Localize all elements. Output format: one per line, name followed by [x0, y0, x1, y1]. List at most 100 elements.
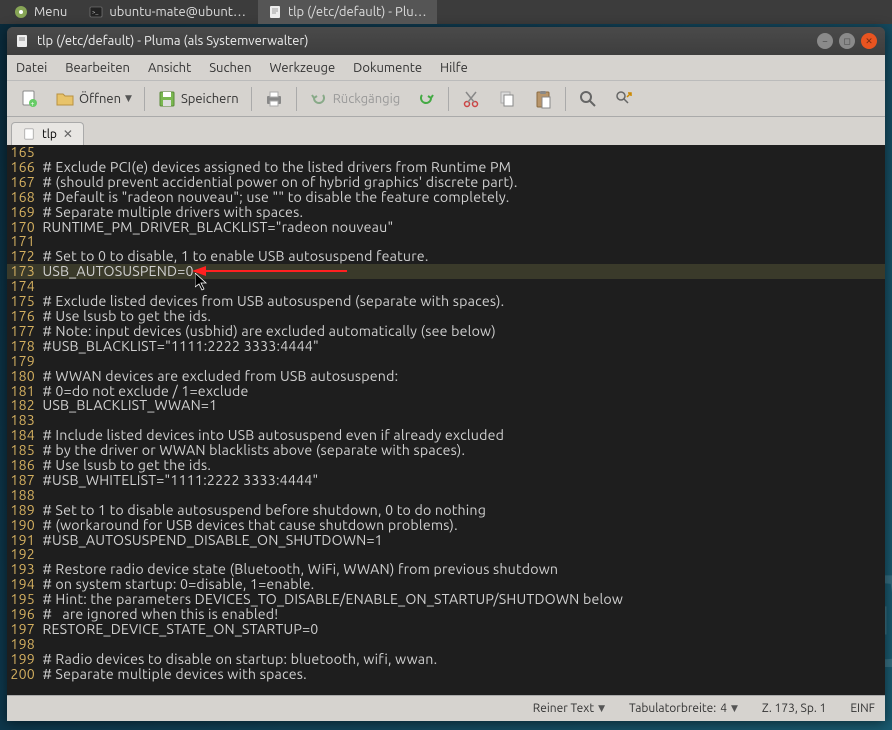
- code-line[interactable]: 167 # (should prevent accidential power …: [7, 175, 885, 190]
- window-close-button[interactable]: ✕: [861, 33, 877, 49]
- code-line[interactable]: 172 # Set to 0 to disable, 1 to enable U…: [7, 249, 885, 264]
- code-editor[interactable]: 165 166 # Exclude PCI(e) devices assigne…: [7, 145, 885, 695]
- code-line[interactable]: 170 RUNTIME_PM_DRIVER_BLACKLIST="radeon …: [7, 220, 885, 235]
- line-text[interactable]: # Radio devices to disable on startup: b…: [35, 652, 437, 667]
- code-line[interactable]: 165: [7, 145, 885, 160]
- code-line[interactable]: 187 #USB_WHITELIST="1111:2222 3333:4444": [7, 473, 885, 488]
- line-text[interactable]: # Use lsusb to get the ids.: [35, 309, 211, 324]
- line-text[interactable]: # Note: input devices (usbhid) are exclu…: [35, 324, 496, 339]
- find-button[interactable]: [572, 85, 604, 113]
- code-line[interactable]: 188: [7, 488, 885, 503]
- code-line[interactable]: 183: [7, 413, 885, 428]
- line-text[interactable]: # (workaround for USB devices that cause…: [35, 518, 458, 533]
- taskbar-menu-button[interactable]: Menu: [4, 0, 77, 24]
- cut-button[interactable]: [455, 85, 487, 113]
- code-line[interactable]: 168 # Default is "radeon nouveau"; use "…: [7, 190, 885, 205]
- line-text[interactable]: #USB_AUTOSUSPEND_DISABLE_ON_SHUTDOWN=1: [35, 533, 383, 548]
- paste-button[interactable]: [527, 85, 559, 113]
- menu-search[interactable]: Suchen: [200, 58, 260, 78]
- menu-view[interactable]: Ansicht: [139, 58, 200, 78]
- menu-tools[interactable]: Werkzeuge: [261, 58, 345, 78]
- line-text[interactable]: [35, 234, 42, 249]
- line-text[interactable]: # Exclude PCI(e) devices assigned to the…: [35, 160, 511, 175]
- line-text[interactable]: RUNTIME_PM_DRIVER_BLACKLIST="radeon nouv…: [35, 220, 393, 235]
- code-line[interactable]: 193 # Restore radio device state (Blueto…: [7, 562, 885, 577]
- menu-file[interactable]: Datei: [7, 58, 56, 78]
- status-file-type[interactable]: Reiner Text ▼: [533, 702, 605, 715]
- window-titlebar[interactable]: tlp (/etc/default) - Pluma (als Systemve…: [7, 27, 885, 55]
- editor-tab[interactable]: tlp ✕: [11, 122, 84, 145]
- line-text[interactable]: RESTORE_DEVICE_STATE_ON_STARTUP=0: [35, 622, 318, 637]
- code-line[interactable]: 186 # Use lsusb to get the ids.: [7, 458, 885, 473]
- line-text[interactable]: #USB_WHITELIST="1111:2222 3333:4444": [35, 473, 318, 488]
- line-text[interactable]: # (should prevent accidential power on o…: [35, 175, 518, 190]
- code-line[interactable]: 174: [7, 279, 885, 294]
- line-text[interactable]: [35, 145, 42, 160]
- line-text[interactable]: #USB_BLACKLIST="1111:2222 3333:4444": [35, 339, 319, 354]
- line-text[interactable]: # by the driver or WWAN blacklists above…: [35, 443, 465, 458]
- code-line[interactable]: 185 # by the driver or WWAN blacklists a…: [7, 443, 885, 458]
- line-text[interactable]: USB_BLACKLIST_WWAN=1: [35, 398, 217, 413]
- save-button[interactable]: Speichern: [151, 85, 245, 113]
- code-line[interactable]: 194 # on system startup: 0=disable, 1=en…: [7, 577, 885, 592]
- status-insert-mode[interactable]: EINF: [850, 702, 875, 715]
- line-text[interactable]: [35, 279, 42, 294]
- code-line[interactable]: 199 # Radio devices to disable on startu…: [7, 652, 885, 667]
- new-file-button[interactable]: +: [13, 85, 45, 113]
- menu-help[interactable]: Hilfe: [431, 58, 477, 78]
- code-line[interactable]: 198: [7, 637, 885, 652]
- line-text[interactable]: # Exclude listed devices from USB autosu…: [35, 294, 504, 309]
- code-line[interactable]: 182 USB_BLACKLIST_WWAN=1: [7, 398, 885, 413]
- status-tab-width[interactable]: Tabulatorbreite: 4 ▼: [629, 702, 738, 715]
- line-text[interactable]: # on system startup: 0=disable, 1=enable…: [35, 577, 314, 592]
- code-line[interactable]: 169 # Separate multiple drivers with spa…: [7, 205, 885, 220]
- copy-button[interactable]: [491, 85, 523, 113]
- tab-close-button[interactable]: ✕: [63, 127, 73, 141]
- code-line[interactable]: 177 # Note: input devices (usbhid) are e…: [7, 324, 885, 339]
- code-line[interactable]: 166 # Exclude PCI(e) devices assigned to…: [7, 160, 885, 175]
- code-line[interactable]: 175 # Exclude listed devices from USB au…: [7, 294, 885, 309]
- code-line[interactable]: 181 # 0=do not exclude / 1=exclude: [7, 384, 885, 399]
- code-line[interactable]: 189 # Set to 1 to disable autosuspend be…: [7, 503, 885, 518]
- code-line[interactable]: 192: [7, 547, 885, 562]
- code-line[interactable]: 200 # Separate multiple devices with spa…: [7, 667, 885, 682]
- line-text[interactable]: [35, 488, 42, 503]
- redo-button[interactable]: [410, 85, 442, 113]
- line-text[interactable]: # WWAN devices are excluded from USB aut…: [35, 369, 398, 384]
- taskbar-item-editor[interactable]: tlp (/etc/default) - Plu…: [258, 0, 437, 24]
- line-text[interactable]: # Include listed devices into USB autosu…: [35, 428, 504, 443]
- line-text[interactable]: # Separate multiple devices with spaces.: [35, 667, 307, 682]
- undo-button[interactable]: Rückgängig: [303, 85, 407, 113]
- menu-documents[interactable]: Dokumente: [344, 58, 431, 78]
- code-line[interactable]: 171: [7, 234, 885, 249]
- code-line[interactable]: 173 USB_AUTOSUSPEND=0: [7, 264, 885, 279]
- line-text[interactable]: # Separate multiple drivers with spaces.: [35, 205, 303, 220]
- line-text[interactable]: # are ignored when this is enabled!: [35, 607, 278, 622]
- line-text[interactable]: # Restore radio device state (Bluetooth,…: [35, 562, 558, 577]
- line-text[interactable]: # Set to 1 to disable autosuspend before…: [35, 503, 486, 518]
- line-text[interactable]: # 0=do not exclude / 1=exclude: [35, 384, 249, 399]
- code-line[interactable]: 195 # Hint: the parameters DEVICES_TO_DI…: [7, 592, 885, 607]
- open-button[interactable]: Öffnen ▼: [49, 85, 138, 113]
- line-text[interactable]: [35, 413, 42, 428]
- line-text[interactable]: # Use lsusb to get the ids.: [35, 458, 211, 473]
- line-text[interactable]: # Hint: the parameters DEVICES_TO_DISABL…: [35, 592, 623, 607]
- line-text[interactable]: [35, 637, 42, 652]
- line-text[interactable]: # Set to 0 to disable, 1 to enable USB a…: [35, 249, 429, 264]
- line-text[interactable]: USB_AUTOSUSPEND=0: [35, 264, 194, 279]
- code-line[interactable]: 196 # are ignored when this is enabled!: [7, 607, 885, 622]
- line-text[interactable]: [35, 547, 42, 562]
- code-line[interactable]: 197 RESTORE_DEVICE_STATE_ON_STARTUP=0: [7, 622, 885, 637]
- line-text[interactable]: # Default is "radeon nouveau"; use "" to…: [35, 190, 509, 205]
- print-button[interactable]: [258, 85, 290, 113]
- code-line[interactable]: 176 # Use lsusb to get the ids.: [7, 309, 885, 324]
- taskbar-item-terminal[interactable]: >_ ubuntu-mate@ubunt…: [79, 0, 256, 24]
- code-line[interactable]: 180 # WWAN devices are excluded from USB…: [7, 369, 885, 384]
- window-maximize-button[interactable]: ◻: [839, 33, 855, 49]
- find-replace-button[interactable]: [608, 85, 640, 113]
- code-line[interactable]: 191 #USB_AUTOSUSPEND_DISABLE_ON_SHUTDOWN…: [7, 533, 885, 548]
- code-line[interactable]: 190 # (workaround for USB devices that c…: [7, 518, 885, 533]
- menu-edit[interactable]: Bearbeiten: [56, 58, 139, 78]
- window-minimize-button[interactable]: –: [817, 33, 833, 49]
- code-line[interactable]: 178 #USB_BLACKLIST="1111:2222 3333:4444": [7, 339, 885, 354]
